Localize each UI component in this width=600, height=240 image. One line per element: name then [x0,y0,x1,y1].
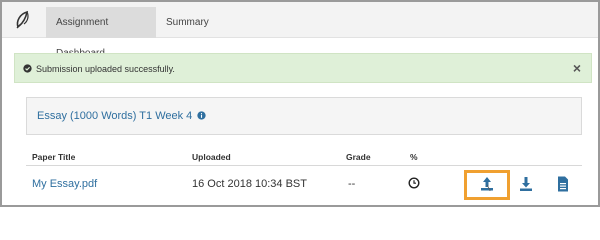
document-icon[interactable] [554,175,572,193]
alert-message: Submission uploaded successfully. [36,64,175,74]
column-header-paper-title: Paper Title [32,152,76,162]
tab-summary[interactable]: Summary [156,7,226,38]
success-alert: Submission uploaded successfully. × [14,53,592,83]
tab-assignment-dashboard[interactable]: Assignment Dashboard [46,7,156,59]
column-header-percent: % [410,152,418,162]
top-navigation-bar: Assignment Dashboard Summary [2,2,598,59]
submissions-table-header: Paper Title Uploaded Grade % [26,148,582,166]
table-row: My Essay.pdf 16 Oct 2018 10:34 BST -- [26,168,582,202]
assignment-panel: Essay (1000 Words) T1 Week 4 [26,97,582,135]
paper-title-link[interactable]: My Essay.pdf [32,178,97,190]
upload-icon[interactable] [478,175,496,193]
download-icon[interactable] [517,175,535,193]
info-circle-icon[interactable] [197,111,206,120]
column-header-uploaded: Uploaded [192,152,231,162]
uploaded-date: 16 Oct 2018 10:34 BST [192,178,307,190]
assignment-title-row: Essay (1000 Words) T1 Week 4 [37,110,206,122]
assignment-title: Essay (1000 Words) T1 Week 4 [37,110,193,122]
clock-icon[interactable] [408,177,420,189]
grade-value: -- [348,178,356,190]
check-circle-icon [23,64,32,73]
quill-logo-icon [16,10,29,29]
column-header-grade: Grade [346,152,371,162]
close-icon[interactable]: × [573,60,581,76]
